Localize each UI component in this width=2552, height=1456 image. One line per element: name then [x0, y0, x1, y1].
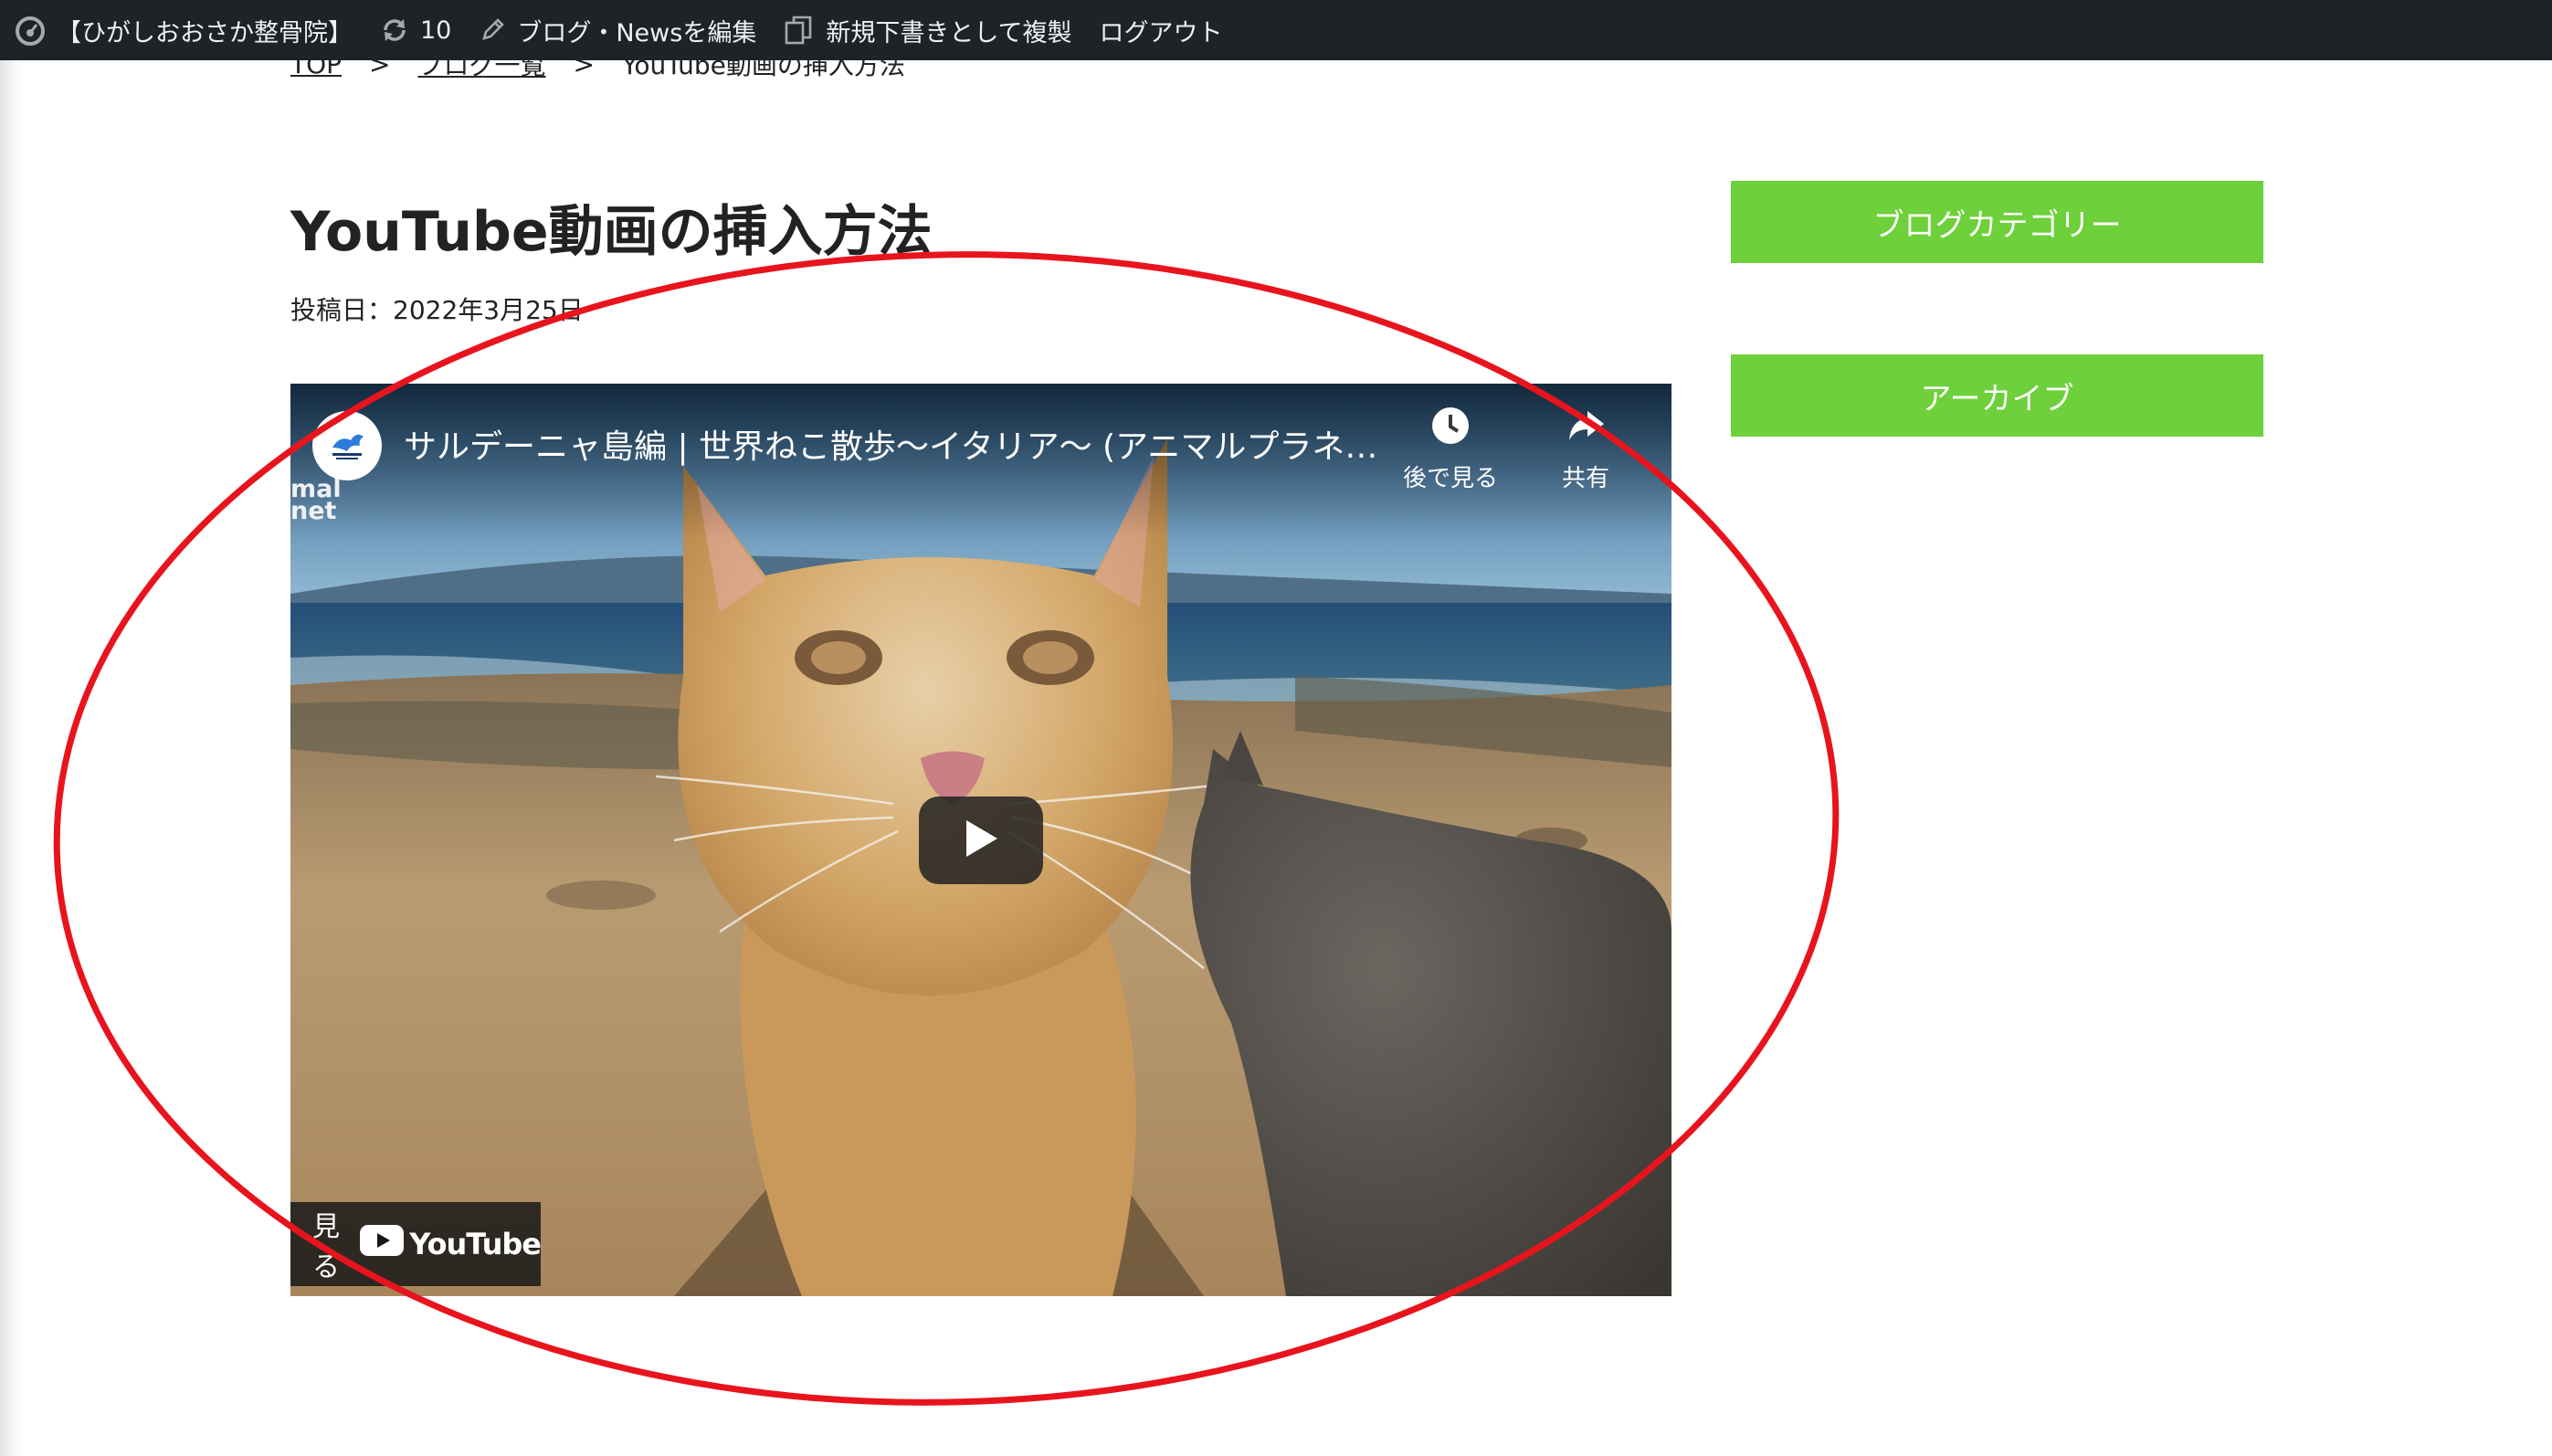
duplicate-draft-link[interactable]: 新規下書きとして複製 [784, 0, 1072, 60]
updates-count: 10 [420, 16, 452, 45]
youtube-logo: YouTube [360, 1225, 542, 1263]
share-button[interactable]: 共有 [1562, 406, 1609, 493]
blog-category-button[interactable]: ブログカテゴリー [1731, 181, 2263, 263]
channel-avatar[interactable] [312, 411, 382, 480]
updates-link[interactable]: 10 [380, 0, 451, 60]
post-date: 投稿日：2022年3月25日 [290, 295, 584, 325]
youtube-play-icon [360, 1225, 405, 1263]
site-name-label: 【ひがしおおさか整骨院】 [57, 18, 353, 47]
channel-watermark: mal net [290, 475, 342, 525]
watch-later-label: 後で見る [1403, 465, 1499, 492]
youtube-wordmark: YouTube [409, 1227, 542, 1261]
dashboard-link[interactable] [15, 0, 46, 60]
updates-icon [380, 16, 409, 45]
share-arrow-icon [1566, 406, 1606, 452]
dashboard-icon [15, 15, 46, 46]
admin-bar: 【ひがしおおさか整骨院】 10 ブログ・Newsを編集 新規下書きとして複製 ロ… [0, 0, 2552, 60]
watch-on-label: 見る [312, 1211, 340, 1283]
logout-label: ログアウト [1099, 18, 1223, 47]
clock-icon [1430, 406, 1471, 452]
edit-post-label: ブログ・Newsを編集 [517, 18, 757, 47]
archive-button[interactable]: アーカイブ [1731, 354, 2263, 437]
logout-link[interactable]: ログアウト [1100, 0, 1223, 60]
video-title[interactable]: サルデーニャ島編 | 世界ねこ散歩〜イタリア〜 (アニマルプラネット) [404, 420, 1390, 468]
play-button[interactable] [919, 797, 1043, 884]
play-icon [963, 818, 999, 862]
left-edge-shade [0, 0, 24, 1456]
duplicate-icon [784, 14, 815, 47]
watch-on-youtube-link[interactable]: 見る YouTube [290, 1202, 542, 1286]
share-label: 共有 [1562, 465, 1610, 492]
animal-planet-logo-icon [320, 417, 374, 475]
page-title: YouTube動画の挿入方法 [290, 200, 933, 264]
duplicate-draft-label: 新規下書きとして複製 [826, 18, 1072, 47]
watch-later-button[interactable]: 後で見る [1403, 406, 1498, 493]
site-name-link[interactable]: 【ひがしおおさか整骨院】 [57, 0, 353, 60]
edit-post-link[interactable]: ブログ・Newsを編集 [479, 0, 756, 60]
pencil-icon [479, 16, 506, 44]
youtube-embed[interactable]: mal net サルデーニャ島編 | 世界ねこ散歩〜イタリア〜 (アニマルプラネ… [290, 384, 1671, 1296]
